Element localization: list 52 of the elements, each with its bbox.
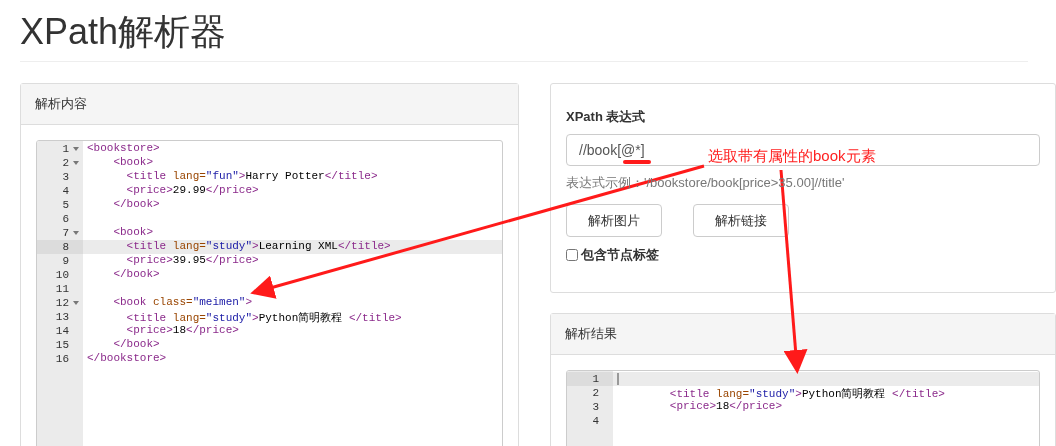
code-line: <title lang="study">Python简明教程 </title> [125, 312, 402, 324]
code-line: <title lang="study">Learning XML</title> [125, 240, 391, 252]
fold-icon[interactable] [73, 147, 79, 151]
line-number: 1 [592, 372, 599, 386]
line-number: 6 [62, 212, 69, 226]
line-number: 4 [62, 184, 69, 198]
line-number: 2 [62, 156, 69, 170]
code-line: </book> [112, 268, 160, 280]
code-line: <book> [112, 156, 153, 168]
fold-icon[interactable] [73, 301, 79, 305]
page-title: XPath解析器 [20, 10, 228, 54]
parse-button[interactable]: 解析链接 [693, 204, 789, 237]
code-line: </bookstore> [87, 352, 167, 364]
line-number: 12 [55, 296, 69, 310]
code-line: </book> [112, 338, 160, 350]
field-label: XPath 表达式 [566, 108, 647, 126]
line-number: 1 [62, 142, 69, 156]
code-line: <book class="meimen"> [112, 296, 253, 308]
line-number: 3 [62, 170, 69, 184]
fold-icon[interactable] [73, 161, 79, 165]
code-line: <title lang="fun">Harry Potter</title> [125, 170, 378, 182]
line-number: 8 [62, 240, 69, 254]
parse-button[interactable]: 解析图片 [566, 204, 662, 237]
code-line: <price>29.99</price> [125, 184, 259, 196]
checkbox[interactable] [566, 249, 578, 261]
panel-header: 解析结果 [551, 314, 1055, 355]
line-number: 9 [62, 254, 69, 268]
line-number: 3 [592, 400, 599, 414]
line-number: 13 [55, 310, 69, 324]
line-number: 2 [592, 386, 599, 400]
line-number: 11 [55, 282, 69, 296]
panel-header: 解析内容 [21, 84, 518, 125]
line-number: 15 [55, 338, 69, 352]
line-number: 4 [592, 414, 599, 428]
code-line: </book> [112, 198, 160, 210]
checkbox-label[interactable]: 包含节点标签 [581, 246, 659, 264]
code-line: <title lang="study">Python简明教程 </title> [668, 388, 945, 400]
line-number: 16 [55, 352, 69, 366]
line-number: 7 [62, 226, 69, 240]
code-line: <price>39.95</price> [125, 254, 259, 266]
code-line: <price>18</price> [668, 400, 783, 412]
source-editor[interactable] [36, 140, 503, 446]
fold-icon[interactable] [73, 231, 79, 235]
line-number: 5 [62, 198, 69, 212]
annotation-text: 选取带有属性的book元素 [708, 147, 876, 166]
code-line: <book> [112, 226, 153, 238]
line-number: 14 [55, 324, 69, 338]
underline-mark [623, 160, 651, 164]
code-line: <bookstore> [87, 142, 160, 154]
code-line: <price>18</price> [125, 324, 239, 336]
result-editor[interactable]: 1 2 3 4 <title lang="study">Python简明教程 </title> <price>18</price> [566, 370, 1040, 446]
line-number: 10 [55, 268, 69, 282]
